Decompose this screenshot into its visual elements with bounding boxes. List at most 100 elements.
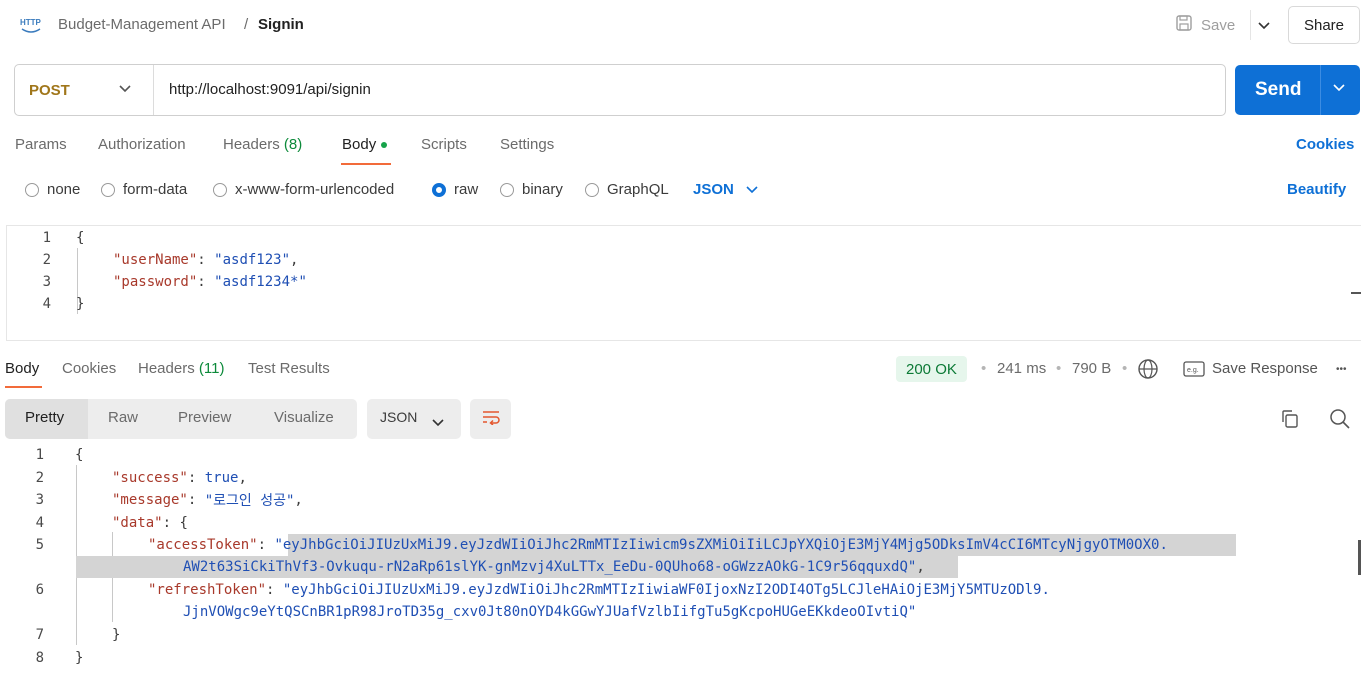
language-label: JSON [693, 181, 734, 198]
radio-binary[interactable]: binary [500, 181, 563, 198]
chevron-down-icon[interactable] [1332, 80, 1346, 97]
request-header: HTTP Budget-Management API / Signin Save… [0, 0, 1361, 52]
response-time[interactable]: 241 ms [997, 360, 1046, 377]
globe-icon[interactable] [1137, 358, 1159, 384]
tab-settings[interactable]: Settings [500, 136, 554, 153]
view-tab-visualize[interactable]: Visualize [274, 409, 334, 426]
radio-circle [25, 182, 39, 197]
json-value: "eyJhbGciOiJIUzUxMiJ9.eyJzdWIiOiJhc2RmMT… [282, 582, 1050, 598]
code-line: 1{ [0, 444, 84, 466]
code-line: 6 "refreshToken": "eyJhbGciOiJIUzUxMiJ9.e… [0, 579, 1050, 601]
divider [153, 65, 154, 115]
save-response-button[interactable]: Save Response [1212, 360, 1318, 377]
radio-label: none [47, 181, 81, 198]
radio-form-data[interactable]: form-data [101, 181, 187, 198]
line-number: 4 [35, 515, 44, 531]
beautify-button[interactable]: Beautify [1287, 181, 1346, 198]
radio-label: binary [522, 181, 563, 198]
language-select[interactable]: JSON [693, 181, 758, 198]
chevron-down-icon[interactable] [118, 81, 132, 98]
save-response-icon: e.g. [1183, 361, 1205, 381]
wrap-lines-button[interactable] [470, 399, 511, 439]
code-line-wrapped: JjnVOWgc9eYtQSCnBR1pR98JroTD35g_cxv0Jt80… [183, 601, 916, 623]
tab-headers-label: Headers [223, 136, 280, 153]
url-bar: POST http://localhost:9091/api/signin [14, 64, 1226, 116]
tab-body[interactable]: Body [342, 136, 388, 153]
radio-urlencoded[interactable]: x-www-form-urlencoded [213, 181, 394, 198]
separator-dot: • [1056, 360, 1062, 377]
save-label: Save [1201, 16, 1236, 34]
send-button[interactable]: Send [1235, 65, 1360, 115]
headers-count: (11) [198, 360, 225, 377]
response-tab-test-results[interactable]: Test Results [248, 360, 330, 377]
save-button[interactable]: Save [1175, 14, 1235, 36]
radio-circle [101, 182, 115, 197]
chevron-down-icon [432, 414, 444, 431]
json-key: "password" [113, 274, 198, 290]
code-token: , [290, 252, 299, 268]
json-value: "로그인 성공" [204, 493, 295, 509]
radio-graphql[interactable]: GraphQL [585, 181, 669, 198]
send-label: Send [1255, 79, 1302, 100]
code-line: 3 "message": "로그인 성공", [0, 489, 303, 511]
radio-label: raw [454, 181, 479, 198]
line-number: 7 [35, 627, 44, 643]
response-tab-headers[interactable]: Headers (11) [138, 360, 224, 377]
response-body-viewer[interactable]: 1{ 2 "success": true, 3 "message": "로그인 성공… [0, 443, 1361, 684]
view-mode-tabs: Pretty Raw Preview Visualize [5, 399, 357, 439]
copy-icon[interactable] [1280, 409, 1300, 433]
save-icon [1175, 14, 1193, 36]
url-input[interactable]: http://localhost:9091/api/signin [169, 81, 371, 98]
response-tab-body[interactable]: Body [5, 360, 39, 377]
json-key: "accessToken" [148, 537, 258, 553]
line-number: 2 [42, 252, 51, 268]
view-tab-raw[interactable]: Raw [108, 409, 138, 426]
code-line: 5 "accessToken": "eyJhbGciOiJIUzUxMiJ9.ey… [0, 534, 1168, 556]
http-request-icon: HTTP [20, 15, 42, 35]
code-token: { [179, 515, 188, 531]
response-tab-cookies[interactable]: Cookies [62, 360, 116, 377]
json-value: "asdf123" [214, 252, 291, 268]
code-token: } [76, 296, 85, 312]
response-format-select[interactable]: JSON [367, 399, 461, 439]
cookies-link[interactable]: Cookies [1296, 136, 1354, 153]
code-token: { [75, 447, 84, 463]
line-number: 1 [42, 230, 51, 246]
response-size[interactable]: 790 B [1072, 360, 1111, 377]
save-options-button[interactable] [1250, 10, 1276, 40]
more-options-icon[interactable]: ••• [1336, 364, 1347, 375]
svg-text:HTTP: HTTP [20, 18, 42, 27]
radio-none[interactable]: none [25, 181, 80, 198]
breadcrumb-request-name[interactable]: Signin [258, 16, 304, 33]
radio-circle-selected [432, 182, 446, 197]
json-key: "userName" [113, 252, 198, 268]
request-body-editor[interactable]: 1{ 2 "userName": "asdf123", 3 "password": … [6, 225, 1361, 341]
status-badge[interactable]: 200 OK [896, 356, 967, 382]
view-tab-preview[interactable]: Preview [178, 409, 231, 426]
radio-raw[interactable]: raw [432, 181, 478, 198]
tab-headers[interactable]: Headers (8) [223, 136, 302, 153]
chevron-down-icon [1257, 17, 1270, 34]
share-button[interactable]: Share [1288, 6, 1360, 44]
tab-body-label: Body [342, 136, 377, 153]
svg-text:e.g.: e.g. [1187, 367, 1199, 374]
breadcrumb-collection[interactable]: Budget-Management API [58, 16, 226, 33]
scrollbar-marker[interactable] [1351, 292, 1361, 294]
tab-label: Headers [138, 360, 195, 377]
format-label: JSON [380, 409, 418, 425]
view-tab-pretty[interactable]: Pretty [25, 409, 64, 426]
separator-dot: • [981, 360, 987, 377]
code-line: 1{ [7, 227, 85, 249]
active-tab-indicator [341, 163, 391, 165]
tab-scripts[interactable]: Scripts [421, 136, 467, 153]
code-line: 4} [7, 293, 85, 315]
method-select[interactable]: POST [29, 82, 70, 99]
code-line: 2 "userName": "asdf123", [7, 249, 299, 271]
json-key: "success" [112, 470, 188, 486]
json-value: "asdf1234*" [214, 274, 307, 290]
search-icon[interactable] [1329, 408, 1351, 434]
code-token: } [75, 650, 84, 666]
tab-authorization[interactable]: Authorization [98, 136, 186, 153]
radio-label: form-data [123, 181, 188, 198]
tab-params[interactable]: Params [15, 136, 67, 153]
